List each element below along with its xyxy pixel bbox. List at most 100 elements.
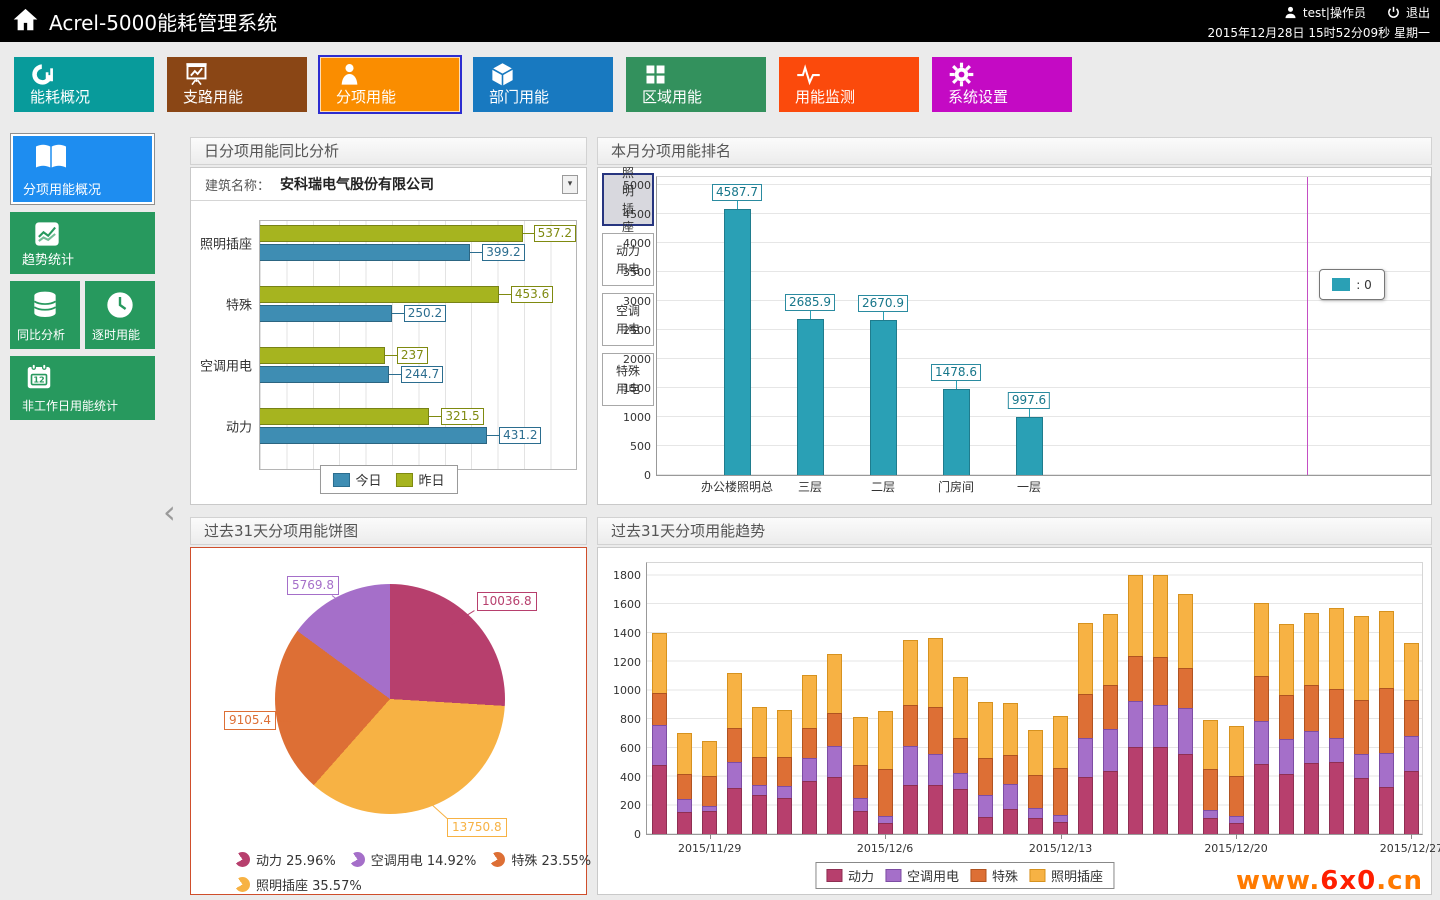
bar-segment: [1329, 689, 1344, 739]
legend-swatch: [1029, 869, 1045, 882]
x-tick-label: 一层: [1017, 478, 1041, 495]
nav-tile-department-energy[interactable]: 部门用能: [473, 57, 613, 112]
sidebar-collapse-chevron-icon[interactable]: ‹: [163, 496, 176, 528]
bar-segment: [1028, 775, 1043, 808]
chart-plot-area: 照明插座537.2399.2特殊453.6250.2空调用电237244.7动力…: [259, 220, 577, 470]
nav-tile-label: 用能监测: [795, 86, 855, 107]
datetime-display: 2015年12月28日 15时52分09秒 星期一: [1207, 24, 1430, 41]
nav-tile-subentry-energy[interactable]: 分项用能: [320, 57, 460, 112]
bar-segment: [1053, 716, 1068, 768]
x-tick-label: 2015/12/6: [857, 842, 913, 855]
bar-segment: [1279, 695, 1294, 739]
legend-item: 特殊: [970, 866, 1018, 885]
bar-group: 照明插座537.2399.2: [260, 225, 576, 261]
stacked-bar: [978, 702, 993, 834]
y-tick-label: 1600: [603, 598, 641, 611]
bar: [1016, 417, 1043, 475]
legend-swatch: [826, 869, 842, 882]
bar-segment: [978, 817, 993, 834]
legend-label: 昨日: [419, 470, 445, 489]
bar-segment: [802, 781, 817, 834]
bar-segment: [677, 774, 692, 799]
x-tick-mark: [1061, 834, 1062, 839]
bar-segment: [752, 785, 767, 795]
sidebar-item-yoy-analysis[interactable]: 同比分析: [10, 281, 80, 349]
chart-tooltip: : 0: [1319, 269, 1385, 300]
bar-segment: [677, 733, 692, 773]
sidebar-item-subentry-overview[interactable]: 分项用能概况: [10, 133, 155, 205]
stacked-bar: [702, 741, 717, 834]
stacked-bar: [853, 717, 868, 834]
stacked-bar: [652, 633, 667, 834]
bar-segment: [1078, 623, 1093, 694]
nav-tile-label: 区域用能: [642, 86, 702, 107]
stacked-bar: [1379, 611, 1394, 834]
x-tick-mark: [1236, 834, 1237, 839]
logout-button[interactable]: 退出: [1406, 4, 1430, 21]
bar-segment: [1003, 755, 1018, 784]
building-select[interactable]: 安科瑞电气股份有限公司: [280, 174, 552, 194]
stacked-bar: [1304, 613, 1319, 834]
stacked-bar: [727, 673, 742, 834]
bar-segment: [652, 765, 667, 834]
bar: [870, 320, 897, 475]
bar-value-label: 2685.9: [785, 294, 835, 311]
bar-value-label: 237: [397, 347, 428, 364]
watermark: www.6x0.cn: [1236, 866, 1423, 896]
bar-segment: [1103, 685, 1118, 730]
bar-segment: [702, 811, 717, 834]
bar-segment: [777, 757, 792, 786]
stacked-bar: [1078, 623, 1093, 834]
legend-label: 空调用电 14.92%: [371, 850, 477, 869]
bar-segment: [677, 812, 692, 834]
bar-value-label: 537.2: [534, 225, 576, 242]
panel-monthly-ranking: 本月分项用能排名 照明插座 动力用电 空调用电 特殊用电 : 0 0500100…: [597, 137, 1432, 505]
pie-value-label: 10036.8: [477, 592, 537, 611]
tooltip-text: : 0: [1356, 278, 1372, 292]
nav-tile-system-settings[interactable]: 系统设置: [932, 57, 1072, 112]
bar-value-label: 1478.6: [931, 364, 981, 381]
stacked-bar: [903, 640, 918, 834]
bar-segment: [953, 773, 968, 790]
bar-value-label: 431.2: [499, 427, 541, 444]
user-icon: [1283, 5, 1298, 20]
bar-segment: [1178, 668, 1193, 708]
stacked-bar: [1404, 643, 1419, 834]
panel-daily-comparison: 日分项用能同比分析 建筑名称： 安科瑞电气股份有限公司 ▾ 照明插座537.23…: [190, 137, 587, 505]
nav-tile-area-energy[interactable]: 区域用能: [626, 57, 766, 112]
presentation-chart-icon: [183, 61, 210, 88]
bar-segment: [1003, 809, 1018, 834]
bar-segment: [903, 785, 918, 834]
dropdown-arrow-icon[interactable]: ▾: [562, 175, 578, 194]
bar: [260, 347, 385, 364]
bar-segment: [1003, 784, 1018, 808]
bar-segment: [727, 788, 742, 834]
home-icon[interactable]: [12, 6, 39, 37]
stacked-bar: [1028, 730, 1043, 834]
stacked-bar: [802, 675, 817, 834]
legend-swatch: [332, 473, 349, 487]
bar-segment: [777, 798, 792, 834]
sidebar-item-hourly-energy[interactable]: 逐时用能: [85, 281, 155, 349]
bar-segment: [802, 758, 817, 781]
bar-segment: [1103, 729, 1118, 771]
tooltip-swatch: [1332, 278, 1350, 291]
trend-lines-icon: [32, 220, 62, 252]
sidebar-item-trend-statistics[interactable]: 趋势统计: [10, 212, 155, 274]
nav-tile-branch-energy[interactable]: 支路用能: [167, 57, 307, 112]
clock-icon: [104, 289, 136, 325]
bar-segment: [1404, 736, 1419, 771]
legend-item: 空调用电 14.92%: [350, 850, 477, 869]
x-tick-label: 2015/12/20: [1204, 842, 1267, 855]
bar-group: 动力321.5431.2: [260, 408, 576, 444]
y-tick-label: 0: [603, 828, 641, 841]
sidebar-item-nonworkday-statistics[interactable]: 12 非工作日用能统计: [10, 356, 155, 420]
bar-segment: [1103, 614, 1118, 684]
nav-tile-energy-overview[interactable]: 能耗概况: [14, 57, 154, 112]
pie-value-label: 13750.8: [447, 818, 507, 837]
nav-tile-energy-monitoring[interactable]: 用能监测: [779, 57, 919, 112]
bar-segment: [1229, 776, 1244, 816]
stacked-bar: [777, 710, 792, 834]
bar-segment: [1254, 676, 1269, 721]
bar-segment: [1178, 754, 1193, 834]
